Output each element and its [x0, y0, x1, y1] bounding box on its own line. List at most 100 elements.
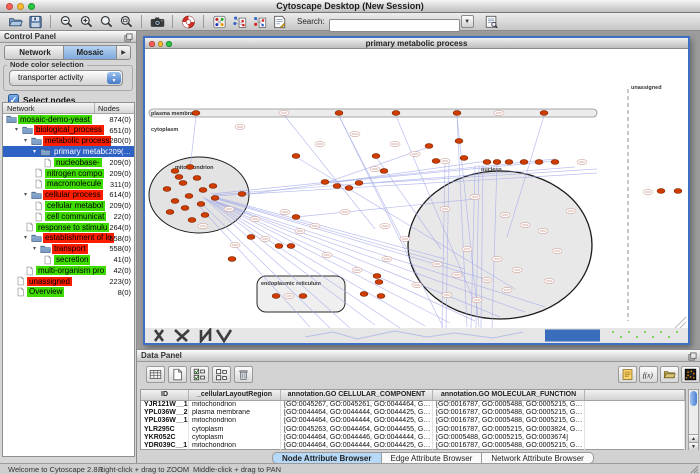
- float-panel-icon[interactable]: [124, 33, 133, 42]
- tree-row-primary-metabo[interactable]: ▾primary metabo209(…: [3, 146, 134, 157]
- notes-button[interactable]: [618, 366, 637, 383]
- network-node[interactable]: [373, 274, 381, 279]
- tree-row-establishment-of-lo[interactable]: ▾establishment of lo558(0): [3, 233, 134, 244]
- import-table-button[interactable]: [660, 366, 679, 383]
- open-folder-button[interactable]: [5, 14, 25, 30]
- resize-grip-icon[interactable]: [690, 465, 699, 474]
- tree-row-cellular-metabol[interactable]: cellular metabol209(0): [3, 200, 134, 211]
- search-dropdown-arrow-icon[interactable]: ▼: [461, 15, 474, 28]
- select-all-button[interactable]: [190, 366, 209, 383]
- network-node[interactable]: [380, 169, 388, 174]
- column-header-_cellularLayoutRegion[interactable]: _cellularLayoutRegion: [189, 390, 281, 400]
- network-node[interactable]: [201, 213, 209, 218]
- tree-row-unassigned[interactable]: unassigned223(0): [3, 276, 134, 287]
- canvas-resize-grip-icon[interactable]: [675, 317, 686, 328]
- network-node[interactable]: [166, 210, 174, 215]
- zoom-selected-region-button[interactable]: [96, 14, 116, 30]
- network-node[interactable]: [287, 244, 295, 249]
- create-column-button[interactable]: [168, 366, 187, 383]
- layout-network-a-button[interactable]: [229, 14, 249, 30]
- select-columns-button[interactable]: [146, 366, 165, 383]
- table-row-YDR039C__1[interactable]: YDR039C__1mitochondrion[GO:0044464, GO:0…: [141, 442, 685, 450]
- tree-row-nucleobase-[interactable]: nucleobase-209(0): [3, 157, 134, 168]
- tree-row-secretion[interactable]: secretion41(0): [3, 254, 134, 265]
- network-node[interactable]: [657, 189, 665, 194]
- float-panel-icon[interactable]: [688, 352, 697, 361]
- network-node[interactable]: [551, 160, 559, 165]
- table-row-YPL036W__1[interactable]: YPL036W__1mitochondrion[GO:0044464, GO:0…: [141, 417, 685, 425]
- tree-row-nitrogen-compo[interactable]: nitrogen compo209(0): [3, 168, 134, 179]
- tree-row-metabolic-process[interactable]: ▾metabolic process280(0): [3, 136, 134, 147]
- network-node[interactable]: [453, 111, 461, 116]
- network-node[interactable]: [186, 165, 194, 170]
- scroll-down-button[interactable]: ▼: [689, 442, 698, 450]
- tree-column-nodes[interactable]: Nodes: [95, 103, 134, 113]
- layout-network-b-button[interactable]: [249, 14, 269, 30]
- help-lifesaver-button[interactable]: [178, 14, 198, 30]
- network-node[interactable]: [335, 111, 343, 116]
- column-header-annotation.GO CELLULAR_COMPONENT[interactable]: annotation.GO CELLULAR_COMPONENT: [281, 390, 433, 400]
- tree-row-overview[interactable]: Overview8(0): [3, 287, 134, 298]
- network-node[interactable]: [197, 202, 205, 207]
- tree-row-biological-process[interactable]: ▾biological_process651(0): [3, 125, 134, 136]
- network-node[interactable]: [272, 294, 280, 299]
- network-node[interactable]: [460, 156, 468, 161]
- network-node[interactable]: [171, 169, 179, 174]
- network-node[interactable]: [247, 235, 255, 240]
- network-node[interactable]: [392, 111, 400, 116]
- search-input[interactable]: [329, 19, 460, 32]
- search-config-button[interactable]: [482, 14, 502, 30]
- network-node[interactable]: [188, 218, 196, 223]
- delete-trash-button[interactable]: [234, 366, 253, 383]
- network-node[interactable]: [163, 187, 171, 192]
- tab-overflow-button[interactable]: ▶: [117, 45, 131, 60]
- tree-row-multi-organism-pro[interactable]: multi-organism pro42(0): [3, 265, 134, 276]
- expand-triangle-icon[interactable]: ▾: [33, 147, 40, 157]
- network-node[interactable]: [171, 199, 179, 204]
- tree-row-response-to-stimulu[interactable]: response to stimulu264(0): [3, 222, 134, 233]
- tree-row-mosaic-demo-yeast[interactable]: mosaic-demo-yeast874(0): [3, 114, 134, 125]
- expand-triangle-icon[interactable]: ▾: [15, 125, 22, 135]
- network-node[interactable]: [292, 215, 300, 220]
- network-node[interactable]: [372, 154, 380, 159]
- expand-triangle-icon[interactable]: ▾: [24, 136, 31, 146]
- network-node[interactable]: [333, 184, 341, 189]
- tree-row-transport[interactable]: ▾transport558(0): [3, 244, 134, 255]
- network-node[interactable]: [493, 160, 501, 165]
- network-node[interactable]: [432, 159, 440, 164]
- network-node[interactable]: [192, 111, 200, 116]
- table-scrollbar[interactable]: ▲ ▼: [688, 389, 699, 450]
- table-row-YJR121W__1[interactable]: YJR121W__1mitochondrion[GO:0045267, GO:0…: [141, 401, 685, 409]
- network-node[interactable]: [211, 196, 219, 201]
- network-node[interactable]: [185, 194, 193, 199]
- function-builder-button[interactable]: f(x): [639, 366, 658, 383]
- network-node[interactable]: [321, 180, 329, 185]
- network-node[interactable]: [674, 189, 682, 194]
- network-node[interactable]: [199, 188, 207, 193]
- tree-row-cellular-process[interactable]: ▾cellular process614(0): [3, 190, 134, 201]
- table-row-YKR052C[interactable]: YKR052Ccytoplasm[GO:0044464, GO:0044446,…: [141, 434, 685, 442]
- save-floppy-button[interactable]: [25, 14, 45, 30]
- unselect-all-button[interactable]: [212, 366, 231, 383]
- matrix-browser-button[interactable]: [681, 366, 700, 383]
- vizmapper-button[interactable]: [209, 14, 229, 30]
- column-header-annotation.GO MOLECULAR_FUNCTION[interactable]: annotation.GO MOLECULAR_FUNCTION: [433, 390, 585, 400]
- node-color-dropdown[interactable]: transporter activity ▲▼: [9, 70, 123, 86]
- zoom-fit-button[interactable]: [116, 14, 136, 30]
- network-node[interactable]: [455, 139, 463, 144]
- expand-triangle-icon[interactable]: ▾: [24, 190, 31, 200]
- network-node[interactable]: [505, 160, 513, 165]
- network-node[interactable]: [175, 175, 183, 180]
- network-node[interactable]: [520, 160, 528, 165]
- tab-network[interactable]: Network: [4, 45, 64, 60]
- zoom-out-button[interactable]: [56, 14, 76, 30]
- scroll-up-button[interactable]: ▲: [689, 434, 698, 442]
- network-node[interactable]: [377, 294, 385, 299]
- expand-triangle-icon[interactable]: ▾: [33, 244, 40, 254]
- column-header-ID[interactable]: ID: [141, 390, 189, 400]
- tree-column-network[interactable]: Network: [3, 103, 95, 113]
- network-node[interactable]: [483, 160, 491, 165]
- zoom-in-button[interactable]: [76, 14, 96, 30]
- tab-mosaic[interactable]: Mosaic: [64, 45, 117, 60]
- network-node[interactable]: [179, 181, 187, 186]
